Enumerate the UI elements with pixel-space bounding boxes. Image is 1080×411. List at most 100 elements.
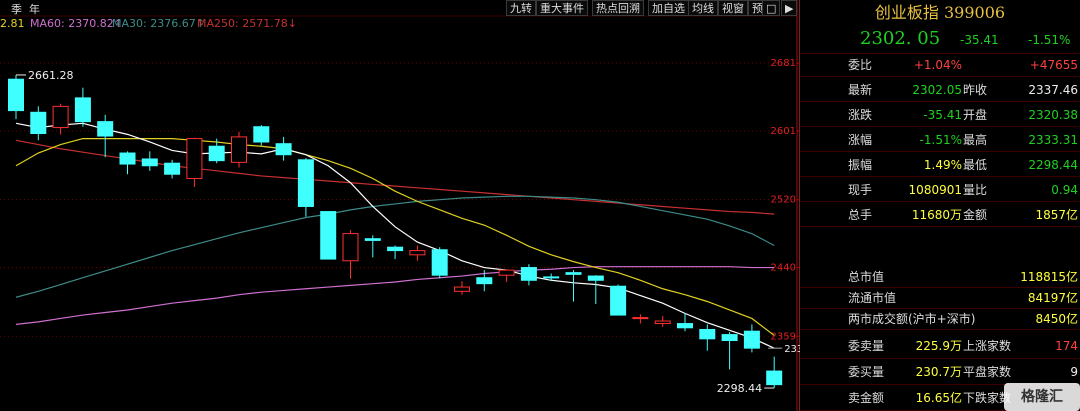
toolbar-tab[interactable]: 视窗 bbox=[718, 0, 748, 16]
quote-label: 涨幅 bbox=[848, 133, 873, 147]
candle-body bbox=[52, 105, 69, 129]
quote-value: 0.94 bbox=[1051, 183, 1078, 197]
candle-body bbox=[721, 334, 738, 342]
quote-value: 1.49% bbox=[923, 158, 962, 172]
quote-row: 现手 1080901 量比 0.94 bbox=[800, 179, 1080, 202]
quote-value: +47655 bbox=[1029, 58, 1078, 72]
candle-body bbox=[476, 277, 493, 285]
ma250-legend: MA250: 2571.78↓ bbox=[197, 17, 297, 30]
candle-body bbox=[587, 275, 604, 281]
candle-body bbox=[699, 328, 716, 340]
ma60-line bbox=[15, 266, 775, 325]
order-row: 委买量 230.7万 平盘家数 9 bbox=[800, 359, 1080, 385]
quote-value: 1080901 bbox=[908, 183, 962, 197]
last-annotation: 2335.59 bbox=[784, 344, 800, 355]
min-annotation: 2298.44 bbox=[717, 382, 763, 395]
market-label: 流通市值 bbox=[848, 291, 897, 305]
market-value: 8450亿 bbox=[1035, 312, 1078, 326]
candle-body bbox=[119, 152, 136, 165]
y-tick-label: 2359 bbox=[771, 331, 796, 342]
candlestick-chart[interactable]: 2359 2440 2520 2601 2681 2661.28 2298.44 2335.5… bbox=[0, 0, 800, 411]
quote-row: 最新 2302.05 昨收 2337.46 bbox=[800, 79, 1080, 102]
quote-value: 2333.31 bbox=[1028, 133, 1078, 147]
candle-body bbox=[565, 272, 582, 275]
candle-body bbox=[387, 246, 404, 252]
market-row: 两市成交额(沪市+深市) 8450亿 bbox=[800, 309, 1080, 330]
quote-label: 现手 bbox=[848, 183, 873, 197]
candle-body bbox=[186, 138, 203, 179]
y-tick-label: 2681 bbox=[771, 58, 796, 69]
market-label: 总市值 bbox=[848, 270, 885, 284]
y-tick-label: 2440 bbox=[771, 263, 796, 274]
toolbar-tab[interactable]: 重大事件 bbox=[536, 0, 588, 16]
candle-body bbox=[632, 317, 649, 320]
quote-row: 涨跌 -35.41 开盘 2320.38 bbox=[800, 104, 1080, 127]
quote-row: 总手 11680万 金额 1857亿 bbox=[800, 204, 1080, 227]
market-row: 流通市值 84197亿 bbox=[800, 288, 1080, 309]
candle-body bbox=[409, 250, 426, 256]
y-tick-label: 2601 bbox=[771, 126, 796, 137]
quote-value: 2337.46 bbox=[1028, 83, 1078, 97]
quote-value: -35.41 bbox=[923, 108, 962, 122]
order-label: 上涨家数 bbox=[963, 339, 1012, 353]
watermark-logo: 格隆汇 bbox=[1004, 383, 1080, 411]
quote-value: +1.04% bbox=[913, 58, 962, 72]
candle-body bbox=[30, 111, 47, 135]
order-row: 委卖量 225.9万 上涨家数 174 bbox=[800, 333, 1080, 359]
order-value: 9 bbox=[1070, 365, 1078, 379]
toolbar-tab[interactable]: 九转 bbox=[506, 0, 536, 16]
quote-label: 昨收 bbox=[963, 83, 988, 97]
toolbar-tab[interactable]: 热点回溯 bbox=[592, 0, 644, 16]
order-label: 委卖量 bbox=[848, 339, 885, 353]
ma10-line bbox=[15, 137, 775, 336]
order-label: 委买量 bbox=[848, 365, 885, 379]
candle-body bbox=[677, 323, 693, 329]
ma-legend-cut: 2.81 bbox=[0, 17, 25, 30]
candle-body bbox=[97, 121, 114, 137]
price-pct: -1.51% bbox=[1028, 33, 1071, 47]
market-row: 总市值 118815亿 bbox=[800, 267, 1080, 288]
period-year[interactable]: 年 bbox=[29, 1, 40, 17]
candle-body bbox=[498, 269, 515, 276]
toolbar-tab[interactable]: 均线 bbox=[688, 0, 718, 16]
ma60-legend: MA60: 2370.82↑ bbox=[30, 17, 123, 30]
panel-scroll-button[interactable]: ▶ bbox=[781, 0, 798, 16]
toolbar-tab[interactable]: 加自选 bbox=[648, 0, 689, 16]
ma30-legend: MA30: 2376.67↑ bbox=[112, 17, 205, 30]
order-value: 230.7万 bbox=[915, 365, 962, 379]
market-value: 118815亿 bbox=[1020, 270, 1078, 284]
quote-value: 11680万 bbox=[911, 208, 962, 222]
candle-body bbox=[543, 276, 560, 279]
candle-body bbox=[141, 158, 158, 167]
quote-label: 振幅 bbox=[848, 158, 873, 172]
candle-body bbox=[454, 286, 470, 292]
quote-value: 2298.44 bbox=[1028, 158, 1078, 172]
candle-body bbox=[431, 249, 448, 276]
max-annotation: 2661.28 bbox=[28, 69, 74, 82]
candle-body bbox=[8, 78, 24, 112]
price-row: 2302. 05 -35.41 -1.51% bbox=[800, 26, 1080, 54]
quote-label: 委比 bbox=[848, 58, 873, 72]
candle-body bbox=[743, 330, 760, 349]
candle-body bbox=[610, 285, 627, 316]
quote-value: 2302.05 bbox=[912, 83, 962, 97]
quote-label: 最高 bbox=[963, 133, 988, 147]
order-label: 卖金额 bbox=[848, 391, 885, 405]
candle-body bbox=[164, 162, 181, 175]
quote-row: 涨幅 -1.51% 最高 2333.31 bbox=[800, 129, 1080, 152]
maximize-button[interactable]: □ bbox=[762, 0, 781, 16]
quote-value: -1.51% bbox=[919, 133, 962, 147]
period-season[interactable]: 季 bbox=[11, 1, 22, 17]
quote-row: 委比 +1.04% +47655 bbox=[800, 54, 1080, 77]
candle-body bbox=[208, 145, 225, 162]
quote-value: 1857亿 bbox=[1035, 208, 1078, 222]
candle-body bbox=[654, 320, 671, 325]
market-value: 84197亿 bbox=[1027, 291, 1078, 305]
candle-body bbox=[364, 238, 381, 241]
quote-row: 振幅 1.49% 最低 2298.44 bbox=[800, 154, 1080, 177]
quote-label: 涨跌 bbox=[848, 108, 873, 122]
order-label: 平盘家数 bbox=[963, 365, 1012, 379]
y-tick-label: 2520 bbox=[771, 195, 796, 206]
candle-body bbox=[320, 211, 337, 260]
market-label: 两市成交额(沪市+深市) bbox=[848, 312, 976, 326]
